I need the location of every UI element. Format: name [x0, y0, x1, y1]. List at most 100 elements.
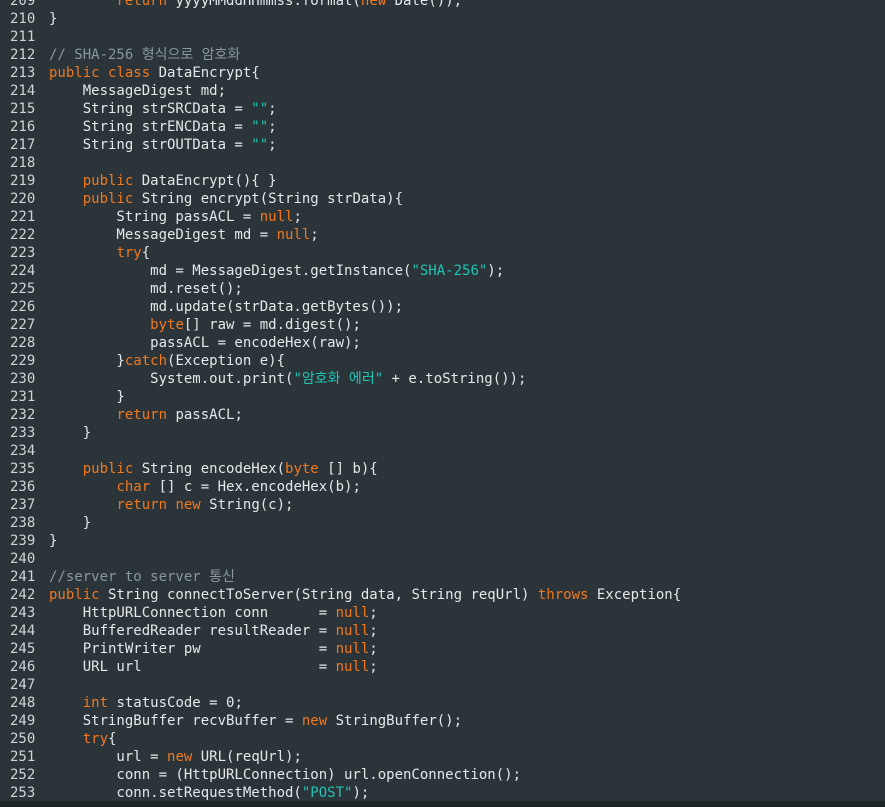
code-line[interactable]: 242 public String connectToServer(String …: [0, 586, 885, 604]
line-number: 221: [10, 209, 36, 225]
code-line[interactable]: 211: [0, 28, 885, 46]
line-number: 224: [10, 263, 36, 279]
code-line[interactable]: 226 md.update(strData.getBytes());: [0, 298, 885, 316]
comment-token: //server to server 통신: [49, 569, 235, 585]
code-line[interactable]: 240: [0, 550, 885, 568]
horizontal-scrollbar[interactable]: [0, 801, 885, 807]
code-line[interactable]: 232 return passACL;: [0, 406, 885, 424]
code-line[interactable]: 229 }catch(Exception e){: [0, 352, 885, 370]
code-line[interactable]: 249 StringBuffer recvBuffer = new String…: [0, 712, 885, 730]
code-line[interactable]: 216 String strENCData = "";: [0, 118, 885, 136]
keyword-token: try: [116, 245, 142, 261]
code-text: }catch(Exception e){: [49, 352, 285, 370]
code-line[interactable]: 220 public String encrypt(String strData…: [0, 190, 885, 208]
code-line[interactable]: 241 //server to server 통신: [0, 568, 885, 586]
code-line[interactable]: 230 System.out.print("암호화 에러" + e.toStri…: [0, 370, 885, 388]
code-text-token: yyyyMMddHHmmss.format(: [167, 0, 361, 9]
line-number: 239: [10, 533, 36, 549]
line-number: 241: [10, 569, 36, 585]
code-text: //server to server 통신: [49, 568, 235, 586]
code-line[interactable]: 250 try{: [0, 730, 885, 748]
code-line[interactable]: 210}: [0, 10, 885, 28]
keyword-token: byte: [150, 317, 184, 333]
code-line[interactable]: 251 url = new URL(reqUrl);: [0, 748, 885, 766]
line-number: 226: [10, 299, 36, 315]
code-line[interactable]: 233 }: [0, 424, 885, 442]
code-line[interactable]: 212 // SHA-256 형식으로 암호화: [0, 46, 885, 64]
code-line[interactable]: 253 conn.setRequestMethod("POST");: [0, 784, 885, 802]
code-text-token: conn = (HttpURLConnection) url.openConne…: [49, 767, 522, 783]
keyword-token: catch: [124, 353, 168, 369]
code-text: URL url = null;: [49, 658, 378, 676]
line-number: 242: [10, 587, 36, 603]
code-line[interactable]: 224 md = MessageDigest.getInstance("SHA-…: [0, 262, 885, 280]
code-line[interactable]: 243 HttpURLConnection conn = null;: [0, 604, 885, 622]
code-line[interactable]: 234: [0, 442, 885, 460]
code-line[interactable]: 214 MessageDigest md;: [0, 82, 885, 100]
code-text-token: passACL = encodeHex(raw);: [49, 335, 361, 351]
line-number: 219: [10, 173, 36, 189]
code-line[interactable]: 213 public class DataEncrypt{: [0, 64, 885, 82]
code-line[interactable]: 221 String passACL = null;: [0, 208, 885, 226]
line-number: 211: [10, 29, 36, 45]
code-text-token: StringBuffer();: [327, 713, 463, 729]
code-text-token: Date());: [386, 0, 463, 9]
line-number: 247: [10, 677, 36, 693]
code-text: return new String(c);: [49, 496, 293, 514]
code-text-token: statusCode = 0;: [108, 695, 243, 711]
code-text: String passACL = null;: [49, 208, 301, 226]
code-text-token: String(c);: [200, 497, 294, 513]
code-line[interactable]: 238 }: [0, 514, 885, 532]
code-text-token: BufferedReader resultReader =: [49, 623, 336, 639]
code-text: }: [49, 424, 91, 442]
code-text-token: passACL;: [167, 407, 243, 423]
code-line[interactable]: 218: [0, 154, 885, 172]
code-text-token: ;: [369, 605, 378, 621]
line-number: 220: [10, 191, 36, 207]
code-text-token: ;: [310, 227, 319, 243]
code-line[interactable]: 215 String strSRCData = "";: [0, 100, 885, 118]
code-line[interactable]: 222 MessageDigest md = null;: [0, 226, 885, 244]
code-line[interactable]: 246 URL url = null;: [0, 658, 885, 676]
code-line[interactable]: 219 public DataEncrypt(){ }: [0, 172, 885, 190]
keyword-token: null: [335, 623, 370, 639]
code-line[interactable]: 244 BufferedReader resultReader = null;: [0, 622, 885, 640]
code-line[interactable]: 223 try{: [0, 244, 885, 262]
string-token: "POST": [301, 785, 353, 801]
code-line[interactable]: 239}: [0, 532, 885, 550]
code-line[interactable]: 235 public String encodeHex(byte [] b){: [0, 460, 885, 478]
code-text-token: DataEncrypt{: [150, 65, 260, 81]
code-view[interactable]: 209 return yyyyMMddHHmmss.format(new Dat…: [0, 0, 885, 802]
string-token: "": [251, 119, 269, 135]
string-token: "": [251, 101, 269, 117]
code-text-token: String encodeHex(: [133, 461, 286, 477]
code-line[interactable]: 225 md.reset();: [0, 280, 885, 298]
code-line[interactable]: 236 char [] c = Hex.encodeHex(b);: [0, 478, 885, 496]
code-text: PrintWriter pw = null;: [49, 640, 378, 658]
code-editor[interactable]: 209 return yyyyMMddHHmmss.format(new Dat…: [0, 0, 885, 807]
code-line[interactable]: 247: [0, 676, 885, 694]
code-line[interactable]: 217 String strOUTData = "";: [0, 136, 885, 154]
code-text-token: (Exception e){: [167, 353, 286, 369]
code-text: md.update(strData.getBytes());: [49, 298, 403, 316]
code-text: try{: [49, 730, 117, 748]
line-number: 210: [10, 11, 36, 27]
code-line[interactable]: 248 int statusCode = 0;: [0, 694, 885, 712]
code-line[interactable]: 231 }: [0, 388, 885, 406]
code-text: return yyyyMMddHHmmss.format(new Date())…: [49, 0, 462, 10]
code-line[interactable]: 245 PrintWriter pw = null;: [0, 640, 885, 658]
code-line[interactable]: 237 return new String(c);: [0, 496, 885, 514]
code-text-token: MessageDigest md =: [49, 227, 277, 243]
code-line[interactable]: 252 conn = (HttpURLConnection) url.openC…: [0, 766, 885, 784]
code-text-token: {: [141, 245, 151, 261]
code-text-token: conn.setRequestMethod(: [49, 785, 302, 801]
code-line[interactable]: 227 byte[] raw = md.digest();: [0, 316, 885, 334]
code-text: md = MessageDigest.getInstance("SHA-256"…: [49, 262, 504, 280]
line-number: 213: [10, 65, 36, 81]
code-line[interactable]: 228 passACL = encodeHex(raw);: [0, 334, 885, 352]
code-line[interactable]: 209 return yyyyMMddHHmmss.format(new Dat…: [0, 0, 885, 10]
code-text-token: }: [49, 533, 58, 549]
